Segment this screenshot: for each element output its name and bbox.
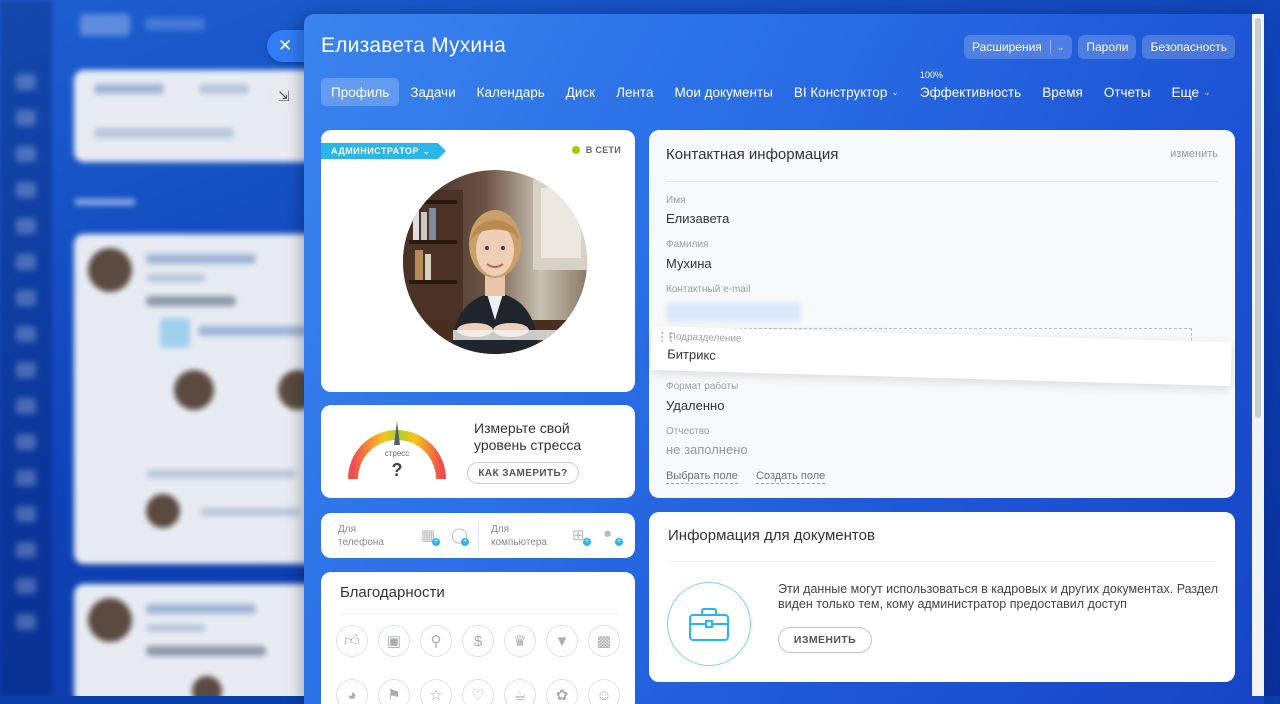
tab-feed[interactable]: Лента [606, 78, 663, 106]
avatar-photo [403, 170, 587, 354]
coffee-icon[interactable]: ☕︎ [504, 679, 536, 704]
page-title: Елизавета Мухина [321, 34, 507, 57]
badge-icon[interactable]: ◕ [336, 679, 368, 704]
download-icon: + [461, 538, 469, 546]
last-name-value: Мухина [666, 256, 712, 271]
last-name-label: Фамилия [666, 239, 709, 250]
avatar[interactable] [403, 170, 587, 354]
work-format-value: Удаленно [666, 398, 725, 413]
profile-slider: Елизавета Мухина Расширения ⌄ Пароли Без… [304, 14, 1264, 704]
documents-description: Эти данные могут использоваться в кадров… [778, 582, 1219, 611]
stress-gauge[interactable]: стресс ? [345, 417, 449, 483]
gift-icon[interactable]: ▣ [378, 625, 410, 657]
gauge-label: стресс [385, 449, 410, 458]
work-format-label: Формат работы [666, 381, 739, 392]
tab-bi-constructor[interactable]: BI Конструктор ⌄ [784, 78, 909, 106]
profile-card: АДМИНИСТРАТОР ⌄ В СЕТИ [321, 130, 635, 392]
email-value-blurred[interactable] [666, 302, 801, 322]
close-icon: ✕ [278, 36, 293, 55]
computer-apps-label: Для компьютера [491, 524, 547, 548]
flower-icon[interactable]: ✿ [546, 679, 578, 704]
role-badge[interactable]: АДМИНИСТРАТОР ⌄ [321, 143, 447, 159]
department-label: Подразделение [668, 331, 742, 345]
stress-card: стресс ? Измерьте свой уровень стресса К… [321, 405, 635, 498]
download-icon: + [583, 538, 591, 546]
chevron-down-icon: ⌄ [891, 86, 899, 97]
edit-documents-button[interactable]: ИЗМЕНИТЬ [778, 627, 872, 653]
tab-tasks[interactable]: Задачи [400, 78, 465, 106]
tab-disk[interactable]: Диск [556, 78, 605, 106]
cake-icon[interactable]: ▩ [588, 625, 620, 657]
smile-icon[interactable]: ☺ [588, 679, 620, 704]
contact-info-card: Контактная информация изменить Имя Елиза… [649, 130, 1235, 498]
star-icon[interactable]: ☆ [420, 679, 452, 704]
background-left-menu [0, 0, 52, 696]
briefcase-icon [667, 582, 751, 666]
money-bag-icon[interactable]: $ [462, 625, 494, 657]
chevron-down-icon: ⌄ [1202, 86, 1211, 97]
apple-icon[interactable]: ● [603, 525, 612, 542]
documents-title: Информация для документов [668, 527, 875, 544]
download-icon: + [615, 538, 623, 546]
tab-profile[interactable]: Профиль [321, 78, 400, 106]
edit-contact-link[interactable]: изменить [1170, 148, 1218, 160]
documents-info-card: Информация для документов Эти данные мог… [649, 512, 1235, 682]
tab-my-documents[interactable]: Мои документы [664, 78, 782, 106]
tab-calendar[interactable]: Календарь [467, 78, 555, 106]
minimize-icon: ⇲ [278, 87, 290, 104]
choose-field-link[interactable]: Выбрать поле [666, 470, 738, 484]
tab-reports[interactable]: Отчеты [1094, 78, 1161, 106]
tab-time[interactable]: Время [1032, 78, 1093, 106]
heart-icon[interactable]: ♡ [462, 679, 494, 704]
online-status: В СЕТИ [571, 145, 621, 155]
apps-card: Для телефона ▦ + ◯ + Для компьютера ⊞ + … [321, 513, 635, 558]
passwords-button[interactable]: Пароли [1078, 35, 1137, 59]
patronymic-value: не заполнено [666, 442, 748, 457]
profile-tabs: Профиль Задачи Календарь Диск Лента Мои … [321, 70, 1222, 106]
patronymic-label: Отчество [666, 426, 710, 437]
phone-apps-label: Для телефона [338, 524, 384, 548]
online-dot-icon [571, 146, 580, 154]
scrollbar-thumb[interactable] [1255, 18, 1261, 418]
chevron-down-icon[interactable]: ⌄ [1057, 42, 1065, 53]
chevron-down-icon: ⌄ [423, 146, 431, 156]
first-name-label: Имя [666, 195, 686, 206]
first-name-value: Елизавета [666, 211, 730, 226]
department-value: Битрикс [667, 346, 716, 363]
crown-icon[interactable]: ♛ [504, 625, 536, 657]
stress-prompt: Измерьте свой уровень стресса [474, 420, 582, 453]
thumbs-up-icon[interactable]: 👍︎ [336, 625, 368, 657]
gauge-value: ? [392, 460, 403, 480]
email-label: Контактный e-mail [666, 284, 751, 295]
cocktail-icon[interactable]: ▼ [546, 625, 578, 657]
contact-title: Контактная информация [666, 146, 839, 163]
thanks-card: Благодарности 👍︎ ▣ ⚲ $ ♛ ▼ ▩ ◕ ⚑ ☆ ♡ ☕︎ … [321, 572, 635, 704]
flag-icon[interactable]: ⚑ [378, 679, 410, 704]
header-actions: Расширения ⌄ Пароли Безопасность [964, 35, 1235, 59]
extensions-button[interactable]: Расширения ⌄ [964, 35, 1073, 59]
tab-more[interactable]: Еще ⌄ [1161, 78, 1220, 106]
create-field-link[interactable]: Создать поле [756, 470, 826, 484]
tab-efficiency[interactable]: 100% Эффективность [910, 70, 1031, 106]
trophy-icon[interactable]: ⚲ [420, 625, 452, 657]
security-button[interactable]: Безопасность [1142, 35, 1235, 59]
thanks-title: Благодарности [340, 584, 445, 601]
efficiency-badge: 100% [919, 70, 943, 80]
measure-stress-button[interactable]: КАК ЗАМЕРИТЬ? [467, 462, 579, 484]
download-icon: + [432, 538, 440, 546]
